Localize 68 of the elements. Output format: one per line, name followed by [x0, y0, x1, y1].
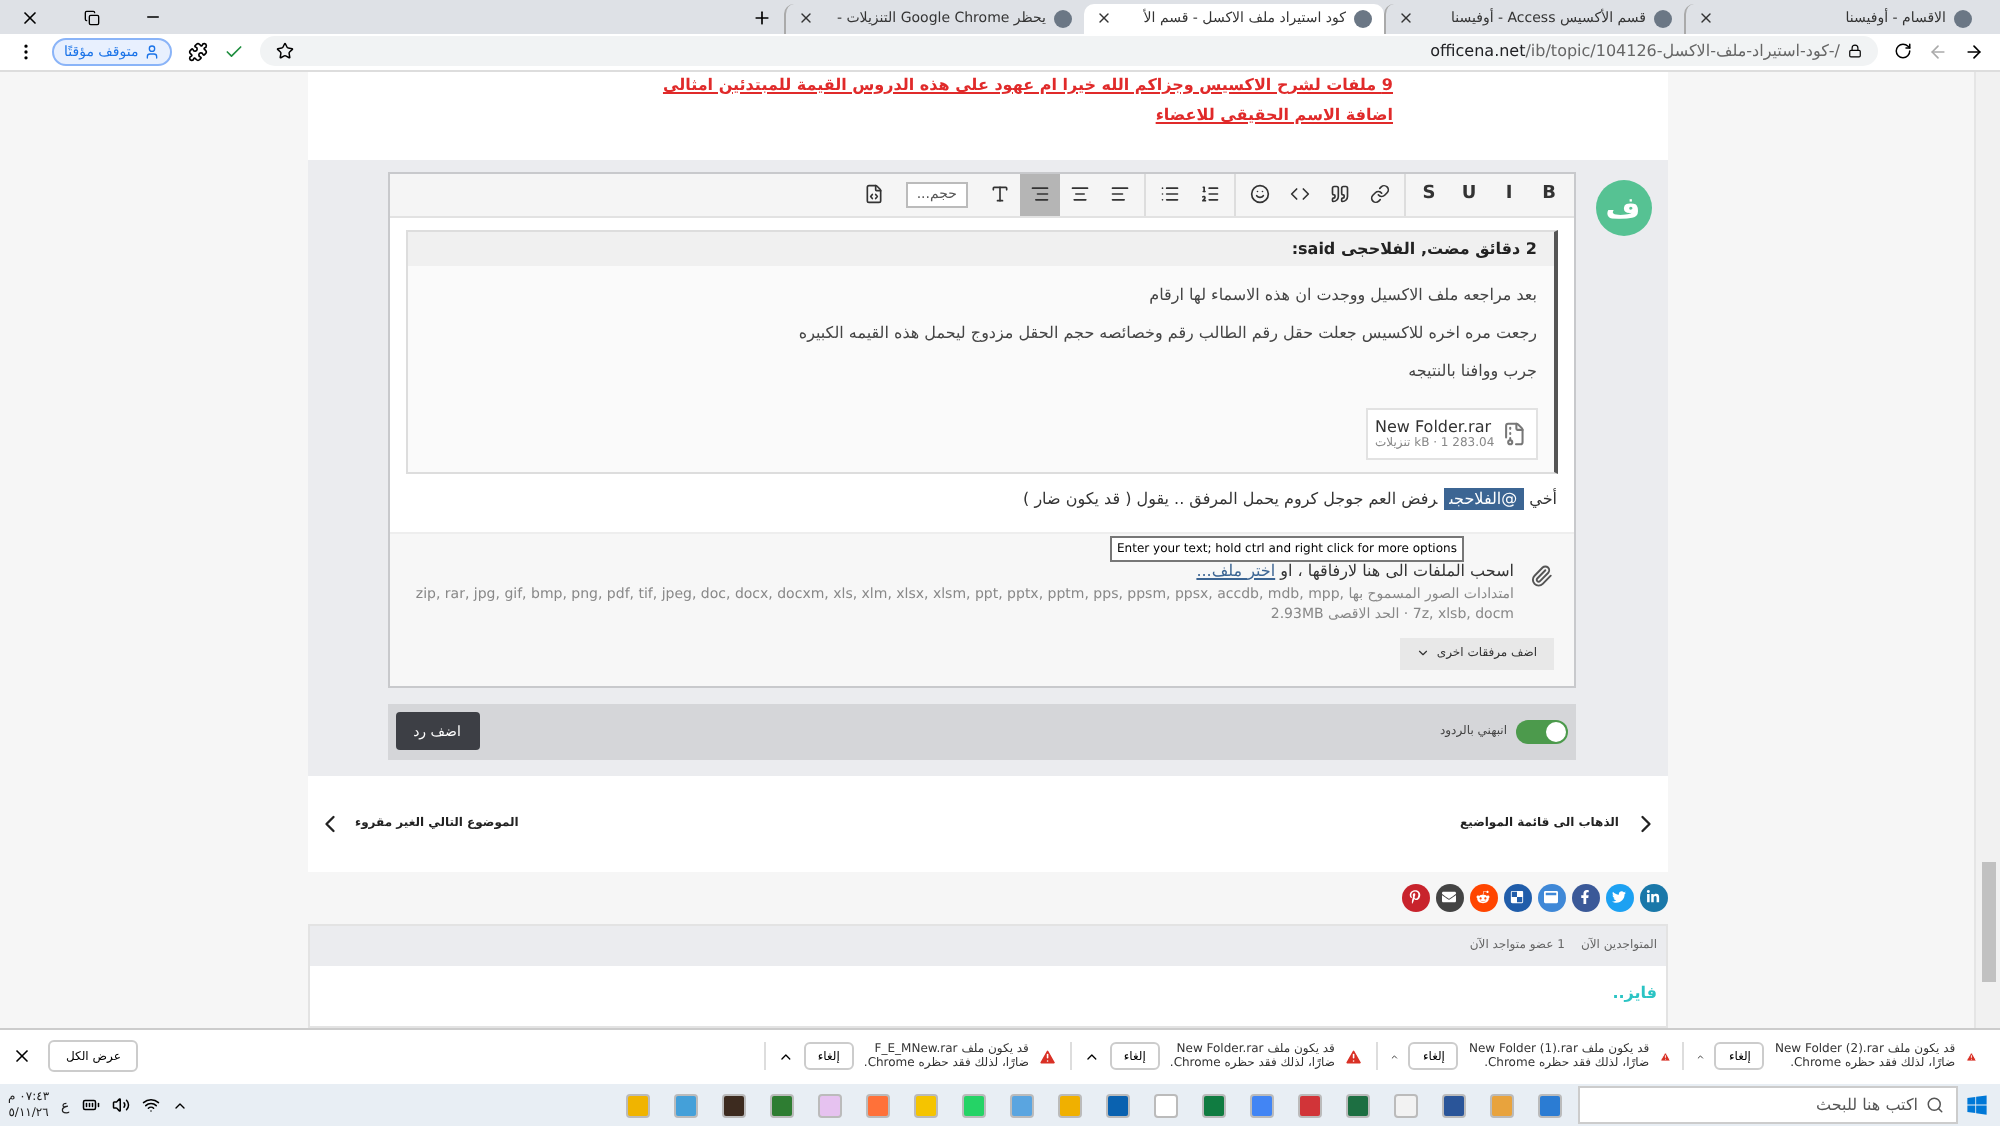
format-button[interactable]: I: [1489, 173, 1529, 216]
extensions-icon[interactable]: [188, 41, 209, 62]
close-icon[interactable]: [798, 10, 814, 27]
reply-text: أخي @الفلاحجى رفض العم جوجل كروم يحمل المرفق .. يقول ( قد يكون ضار ): [1021, 489, 1557, 508]
avatar: ف: [1595, 179, 1651, 236]
restore-icon[interactable]: [84, 9, 100, 26]
close-icon[interactable]: [1698, 10, 1714, 27]
quote-header: 2 دقائق مضت, الفلاحجى said:: [407, 231, 1553, 266]
drop-hint: اسحب الملفات الى هنا لارفاقها ، او: [1280, 561, 1514, 580]
battery-icon[interactable]: [81, 1096, 100, 1115]
app-icon[interactable]: [1106, 1093, 1130, 1118]
choose-file-link[interactable]: اختر ملف...: [1196, 561, 1276, 580]
bookmark-star-icon[interactable]: [276, 42, 295, 61]
speaker-icon[interactable]: [111, 1096, 130, 1115]
delicious-icon[interactable]: [1503, 883, 1531, 912]
check-icon[interactable]: [224, 41, 245, 62]
code-icon: [1289, 184, 1309, 205]
paperclip-icon: [1530, 561, 1553, 590]
reload-icon[interactable]: [1894, 42, 1912, 61]
mail-icon[interactable]: [1435, 883, 1463, 912]
align-right-icon: [1029, 184, 1049, 205]
smiley-icon: [1249, 184, 1269, 205]
app-icon[interactable]: [1442, 1093, 1466, 1118]
app-icon[interactable]: [722, 1093, 746, 1118]
pinterest-icon[interactable]: [1401, 883, 1429, 912]
search-icon: [1926, 1096, 1944, 1115]
numbered-list-icon: [1199, 184, 1219, 205]
warning-icon: [1344, 1045, 1364, 1068]
close-icon[interactable]: [12, 1046, 32, 1067]
code-file-icon: [864, 184, 885, 205]
favicon-icon: [1654, 9, 1672, 28]
favicon-icon: [1954, 9, 1972, 28]
twitter-icon[interactable]: [1605, 883, 1633, 912]
quote-icon: [1329, 184, 1349, 205]
link-icon: [1369, 184, 1389, 205]
close-icon[interactable]: [1398, 10, 1414, 27]
quote-text: رجعت مره اخره للاكسيس جعلت حقل رقم الطالب رقم وخصائصه حجم الحقل مزدوج ليحمل هذه القيمه الكبيره: [796, 323, 1537, 342]
quote-text: جرب ووافنا بالنتيجه: [1406, 361, 1537, 380]
notify-toggle[interactable]: [1515, 719, 1567, 744]
network-icon[interactable]: [141, 1096, 160, 1115]
favicon-icon: [1354, 9, 1372, 28]
favicon-icon: [1054, 9, 1072, 28]
attachment-name: New Folder.rar: [1375, 417, 1494, 436]
archive-file-icon: [1502, 419, 1527, 448]
text-color-icon: [989, 184, 1009, 205]
format-button[interactable]: U: [1449, 173, 1489, 216]
caret-icon: [1416, 646, 1431, 661]
start-icon[interactable]: [1966, 1094, 1988, 1117]
back-icon[interactable]: [1964, 41, 1984, 62]
lock-icon: [1848, 44, 1862, 59]
linkedin-icon[interactable]: [1639, 883, 1667, 912]
close-icon[interactable]: [20, 7, 40, 28]
search-field[interactable]: اكتب هنا للبحث: [1578, 1086, 1958, 1125]
signature-link[interactable]: اضافة الاسم الحقيقي للاعضاء: [307, 105, 1393, 124]
align-right-button[interactable]: [1019, 173, 1059, 216]
person-icon: [144, 43, 161, 60]
scroll-thumb[interactable]: [1982, 861, 1996, 982]
facebook-icon[interactable]: [1571, 883, 1599, 912]
quote-text: بعد مراجعه ملف الاكسيل ووجدت ان هذه الاسماء لها ارقام: [1147, 285, 1537, 304]
format-button[interactable]: B: [1529, 173, 1569, 216]
warning-icon: [1038, 1045, 1058, 1068]
app-icon[interactable]: [1346, 1093, 1370, 1118]
signature-link[interactable]: 9 ملفات لشرح الاكسيس وجزاكم الله خيرا ام عهود على هذه الدروس القيمة للمبتدئين امثالي: [307, 75, 1393, 94]
new-tab-icon[interactable]: [752, 7, 772, 28]
align-center-icon: [1069, 184, 1089, 205]
close-icon[interactable]: [1096, 10, 1112, 27]
align-left-icon: [1109, 184, 1129, 205]
format-button[interactable]: S: [1409, 173, 1449, 216]
